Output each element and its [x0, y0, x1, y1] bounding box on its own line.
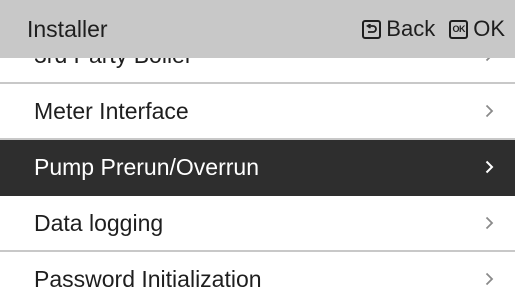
chevron-right-icon — [483, 103, 495, 119]
menu-item-pump-prerun-overrun[interactable]: Pump Prerun/Overrun — [0, 140, 515, 196]
header-bar: Installer Back OK OK — [0, 0, 515, 58]
menu-item-label: Password Initialization — [34, 265, 262, 292]
ok-label: OK — [473, 16, 505, 41]
ok-key-icon: OK — [449, 19, 469, 39]
ok-button[interactable]: OK OK — [449, 16, 505, 42]
chevron-right-icon — [483, 271, 495, 287]
menu-item-data-logging[interactable]: Data logging — [0, 196, 515, 252]
installer-screen: Installer Back OK OK 3rd Party Boiler Me… — [0, 0, 515, 299]
menu-item-password-initialization[interactable]: Password Initialization — [0, 252, 515, 299]
chevron-right-icon — [483, 215, 495, 231]
menu-item-label: Pump Prerun/Overrun — [34, 153, 259, 180]
back-key-icon — [362, 19, 382, 39]
back-label: Back — [386, 16, 436, 41]
page-title: Installer — [27, 15, 108, 42]
menu-item-label: Meter Interface — [34, 97, 189, 124]
menu-item-label: Data logging — [34, 209, 164, 236]
chevron-right-icon — [483, 159, 495, 175]
menu-list: 3rd Party Boiler Meter Interface Pump Pr… — [0, 28, 515, 299]
menu-item-meter-interface[interactable]: Meter Interface — [0, 84, 515, 140]
back-button[interactable]: Back — [362, 16, 435, 42]
